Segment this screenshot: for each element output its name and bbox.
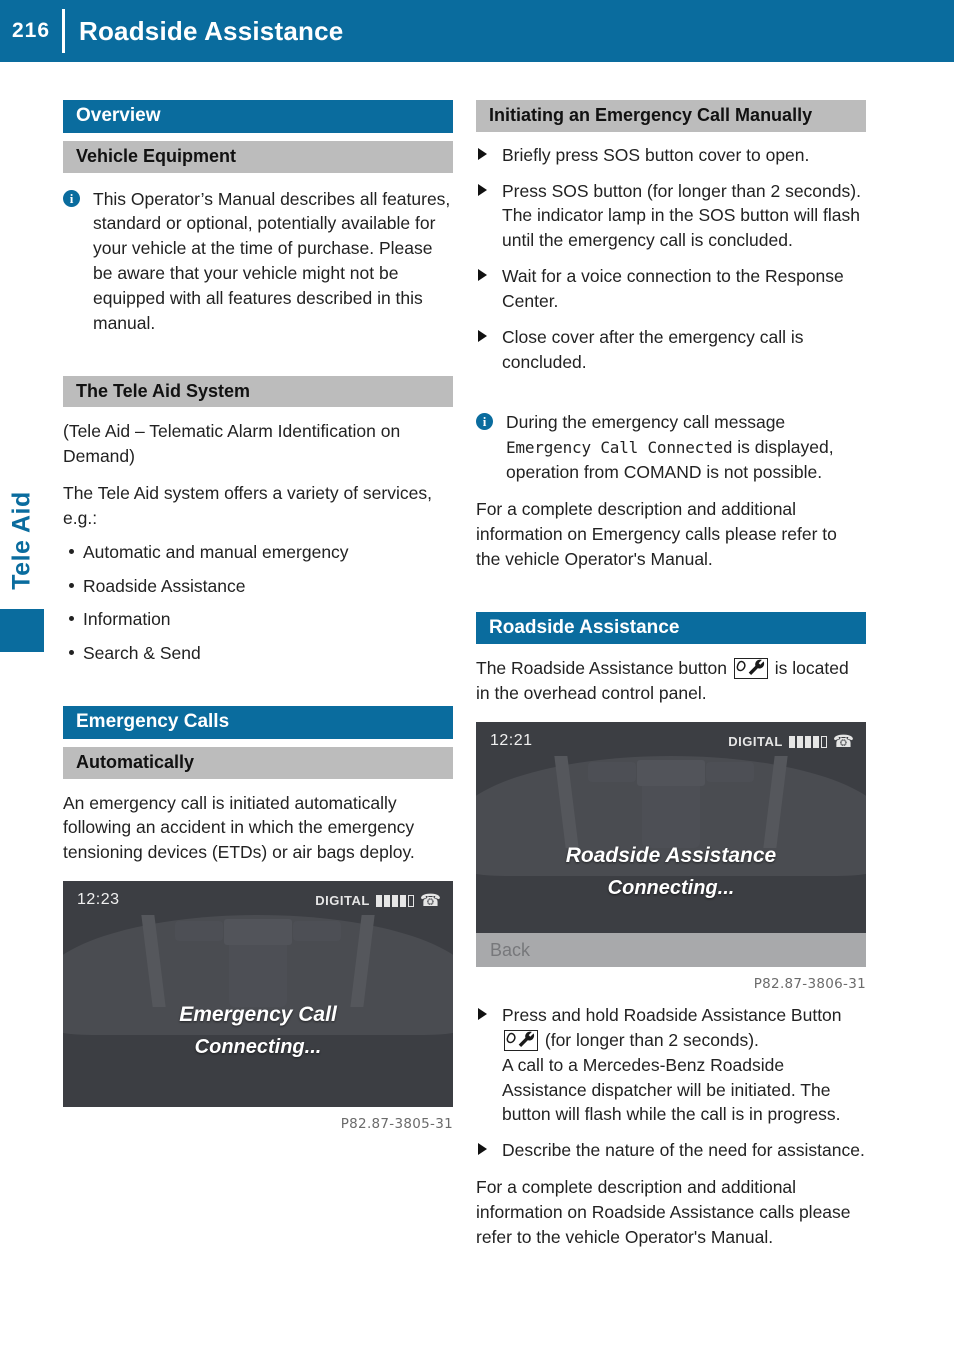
bullet-dot-icon [69,548,74,554]
phone-handset-icon: ☎ [832,732,854,752]
emergency-refer-text: For a complete description and additiona… [476,498,837,569]
step-item: Briefly press SOS button cover to open. [476,143,866,168]
list-item-label: Information [83,609,171,630]
figure-roadside-assistance: 12:21 DIGITAL ☎ Roadside Assistance Conn… [476,722,866,992]
back-button-label[interactable]: Back [490,940,530,961]
step-item-text: Describe the nature of the need for assi… [502,1140,865,1161]
heading-automatically: Automatically [63,746,453,779]
list-item: Roadside Assistance [63,574,453,599]
manual-steps-list: Briefly press SOS button cover to open. … [476,143,866,375]
roadside-button-location-text: The Roadside Assistance button is locate… [476,656,866,706]
screen-message-line1: Roadside Assistance [565,844,777,868]
page-title: Roadside Assistance [79,15,344,46]
page-header: 216 Roadside Assistance [0,0,954,62]
screen-message: Emergency Call Connecting... [63,1003,453,1059]
figure-emergency-call: 12:23 DIGITAL ☎ Emergency Call Connectin… [63,881,453,1132]
roadside-step1-after: (for longer than 2 seconds). A call to a… [502,1029,841,1125]
figure-caption: P82.87-3805-31 [340,1116,453,1133]
tele-aid-expansion: (Tele Aid – Telematic Alarm Identificati… [63,421,401,467]
phone-wrench-glyph [506,1031,535,1047]
info-icon: i [476,413,493,431]
console-control-center-top [224,919,292,946]
roadside-step1-before: Press and hold Roadside Assistance Butto… [502,1005,842,1026]
note-comand-prefix: During the emergency call message [506,412,786,433]
step-item: Wait for a voice connection to the Respo… [476,264,866,314]
screen-back-bar[interactable]: Back [476,933,866,968]
console-control-center-bottom [229,945,287,1008]
step-item-text: Wait for a voice connection to the Respo… [502,266,844,311]
network-label: DIGITAL [315,893,370,909]
signal-strength-icon [788,735,827,748]
list-item: Search & Send [63,641,453,666]
heading-overview: Overview [63,100,453,133]
bullet-dot-icon [69,616,74,622]
tele-aid-intro: The Tele Aid system offers a variety of … [63,482,432,528]
heading-vehicle-equipment: Vehicle Equipment [63,140,453,173]
heading-roadside-assistance: Roadside Assistance [476,611,866,645]
list-item: Automatic and manual emergency [63,540,453,565]
screen-message-line2: Connecting... [194,1036,322,1059]
screen-status-area: DIGITAL ☎ [728,733,854,750]
signal-strength-icon [375,894,414,907]
step-triangle-icon [478,1143,487,1156]
roadside-assistance-button-icon [733,658,768,680]
heading-emergency-calls: Emergency Calls [63,706,453,739]
step-item-text: Briefly press SOS button cover to open. [502,144,810,165]
step-triangle-icon [478,183,487,196]
step-triangle-icon [478,147,487,160]
chapter-tab-marker [0,609,44,652]
roadside-assistance-button-icon [504,1029,538,1051]
list-item: Information [63,607,453,632]
bullet-dot-icon [69,650,74,656]
info-icon: i [63,189,80,207]
note-vehicle-equipment-text: This Operator’s Manual describes all fea… [93,188,451,333]
heading-tele-aid-system: The Tele Aid System [63,375,453,408]
left-column: Overview Vehicle Equipment i This Operat… [63,100,453,1132]
console-control-right [706,762,754,783]
screen-message-line1: Emergency Call [179,1003,337,1027]
list-item-label: Automatic and manual emergency [83,541,349,562]
page-number: 216 [11,19,51,42]
roadside-steps-list: Press and hold Roadside Assistance Butto… [476,1003,866,1163]
screen-status-area: DIGITAL ☎ [315,892,441,909]
chapter-tab-text: Tele Aid [7,490,36,590]
roadside-button-text-before: The Roadside Assistance button [476,658,727,679]
screen-clock: 12:23 [77,891,120,909]
figure-caption: P82.87-3806-31 [753,976,866,993]
bullet-dot-icon [69,582,74,588]
phone-wrench-glyph [736,659,765,676]
screen-clock: 12:21 [490,732,533,750]
step-triangle-icon [478,1008,487,1021]
console-control-left [175,921,223,942]
console-control-right [293,921,341,942]
console-control-center-top [637,760,705,787]
step-item: Describe the nature of the need for assi… [476,1138,866,1163]
comand-screen-roadside: 12:21 DIGITAL ☎ Roadside Assistance Conn… [476,722,866,968]
list-item-label: Roadside Assistance [83,575,246,596]
network-label: DIGITAL [728,734,783,750]
automatically-text: An emergency call is initiated automatic… [63,792,415,863]
console-control-center-bottom [642,786,700,849]
tele-aid-services-list: Automatic and manual emergency Roadside … [63,540,453,666]
screen-message: Roadside Assistance Connecting... [476,844,866,900]
right-column: Initiating an Emergency Call Manually Br… [476,100,866,1250]
note-comand-message: Emergency Call Connected [506,438,733,458]
screen-message-line2: Connecting... [607,877,735,900]
step-item-text: Close cover after the emergency call is … [502,326,804,372]
step-triangle-icon [478,269,487,282]
step-item: Press SOS button (for longer than 2 seco… [476,179,866,254]
note-vehicle-equipment: i This Operator’s Manual describes all f… [63,187,453,336]
chapter-tab-label: Tele Aid [0,470,44,610]
console-control-left [588,762,636,783]
roadside-refer-text: For a complete description and additiona… [476,1177,851,1247]
note-comand: i During the emergency call message Emer… [476,410,866,485]
comand-screen-emergency: 12:23 DIGITAL ☎ Emergency Call Connectin… [63,881,453,1108]
step-item: Press and hold Roadside Assistance Butto… [476,1003,866,1127]
heading-initiating-call-manually: Initiating an Emergency Call Manually [476,100,866,132]
step-item: Close cover after the emergency call is … [476,325,866,375]
step-triangle-icon [478,329,487,342]
phone-handset-icon: ☎ [419,891,441,911]
step-item-text: Press SOS button (for longer than 2 seco… [502,180,861,251]
list-item-label: Search & Send [83,643,201,664]
